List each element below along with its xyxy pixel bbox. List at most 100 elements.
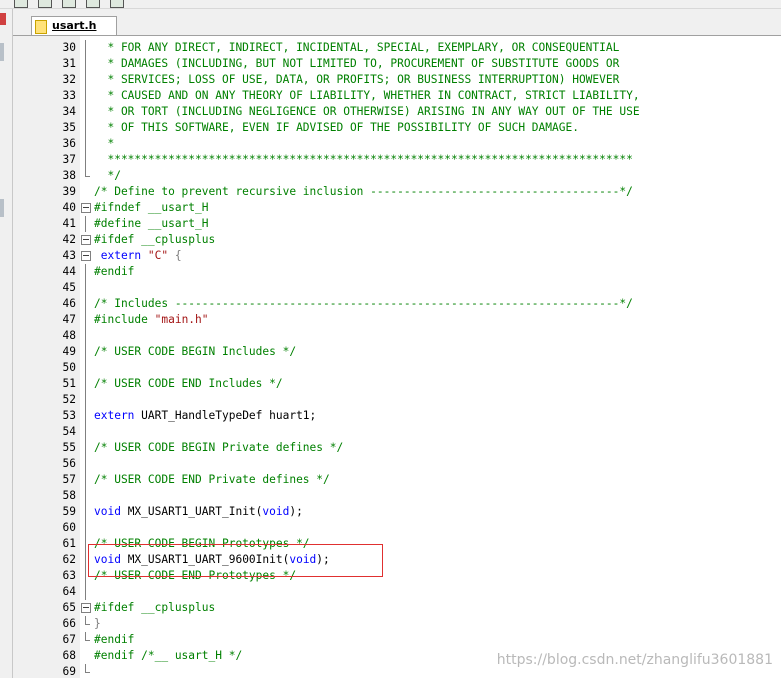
fold-guide (80, 168, 92, 184)
code-line[interactable]: 46 /* Includes --------------------------… (13, 296, 781, 312)
highlight-annotation-box (88, 544, 383, 577)
fold-guide (80, 120, 92, 136)
fold-toggle-icon[interactable] (80, 248, 92, 264)
tab-usart-h[interactable]: usart.h (31, 16, 117, 35)
line-number: 66 (62, 617, 76, 630)
code-line[interactable]: 49 /* USER CODE BEGIN Includes */ (13, 344, 781, 360)
code-line[interactable]: 58 (13, 488, 781, 504)
code-line[interactable]: 42 #ifdef __cplusplus (13, 232, 781, 248)
code-token: #endif (94, 633, 135, 646)
code-line[interactable]: 52 (13, 392, 781, 408)
code-text: * SERVICES; LOSS OF USE, DATA, OR PROFIT… (94, 72, 619, 88)
code-line[interactable]: 54 (13, 424, 781, 440)
code-line[interactable]: 45 (13, 280, 781, 296)
code-line[interactable]: 35 * OF THIS SOFTWARE, EVEN IF ADVISED O… (13, 120, 781, 136)
code-line[interactable]: 40 #ifndef __usart_H (13, 200, 781, 216)
code-editor[interactable]: 30 * FOR ANY DIRECT, INDIRECT, INCIDENTA… (13, 36, 781, 678)
line-number: 44 (62, 265, 76, 278)
code-token: #endif (94, 265, 135, 278)
code-text: /* USER CODE BEGIN Includes */ (94, 344, 296, 360)
line-number: 51 (62, 377, 76, 390)
fold-guide (80, 344, 92, 360)
toolbar-button-icon[interactable] (110, 0, 124, 8)
line-number: 35 (62, 121, 76, 134)
code-line[interactable]: 50 (13, 360, 781, 376)
fold-guide (80, 440, 92, 456)
code-line[interactable]: 65 #ifdef __cplusplus (13, 600, 781, 616)
fold-guide (80, 664, 92, 678)
line-number: 55 (62, 441, 76, 454)
code-line[interactable]: 57 /* USER CODE END Private defines */ (13, 472, 781, 488)
fold-guide (80, 136, 92, 152)
code-token: void (262, 505, 290, 518)
code-text: extern UART_HandleTypeDef huart1; (94, 408, 316, 424)
code-text: /* USER CODE END Private defines */ (94, 472, 330, 488)
line-number: 47 (62, 313, 76, 326)
line-number: 69 (62, 665, 76, 678)
code-token: #ifndef __usart_H (94, 201, 209, 214)
line-number: 61 (62, 537, 76, 550)
code-text: /* Define to prevent recursive inclusion… (94, 184, 633, 200)
code-token: * (94, 137, 115, 150)
code-line[interactable]: 64 (13, 584, 781, 600)
fold-guide (80, 504, 92, 520)
code-line[interactable]: 60 (13, 520, 781, 536)
code-text: #ifndef __usart_H (94, 200, 209, 216)
code-line[interactable]: 39 /* Define to prevent recursive inclusi… (13, 184, 781, 200)
line-number: 62 (62, 553, 76, 566)
code-line[interactable]: 34 * OR TORT (INCLUDING NEGLIGENCE OR OT… (13, 104, 781, 120)
code-line[interactable]: 36 * (13, 136, 781, 152)
fold-toggle-icon[interactable] (80, 200, 92, 216)
code-token: /* USER CODE END Private defines */ (94, 473, 330, 486)
fold-guide (80, 360, 92, 376)
code-token: /* USER CODE BEGIN Includes */ (94, 345, 297, 358)
code-text: /* USER CODE END Includes */ (94, 376, 283, 392)
code-text: } (94, 616, 101, 632)
code-line[interactable]: 41 #define __usart_H (13, 216, 781, 232)
code-token: #ifdef __cplusplus (94, 233, 216, 246)
code-line[interactable]: 32 * SERVICES; LOSS OF USE, DATA, OR PRO… (13, 72, 781, 88)
code-line[interactable]: 33 * CAUSED AND ON ANY THEORY OF LIABILI… (13, 88, 781, 104)
code-line[interactable]: 51 /* USER CODE END Includes */ (13, 376, 781, 392)
code-token: #endif /*__ usart_H */ (94, 649, 243, 662)
code-token: */ (94, 169, 121, 182)
code-line[interactable]: 47 #include "main.h" (13, 312, 781, 328)
line-number: 57 (62, 473, 76, 486)
line-number: 30 (62, 41, 76, 54)
code-line[interactable]: 55 /* USER CODE BEGIN Private defines */ (13, 440, 781, 456)
code-token: "main.h" (154, 313, 209, 326)
line-number: 49 (62, 345, 76, 358)
code-token: /* Define to prevent recursive inclusion… (94, 185, 633, 198)
code-line[interactable]: 31 * DAMAGES (INCLUDING, BUT NOT LIMITED… (13, 56, 781, 72)
line-number: 60 (62, 521, 76, 534)
fold-guide (80, 632, 92, 648)
code-line[interactable]: 43 extern "C" { (13, 248, 781, 264)
header-file-icon (35, 20, 47, 34)
code-line[interactable]: 59 void MX_USART1_UART_Init(void); (13, 504, 781, 520)
fold-guide (80, 296, 92, 312)
code-line[interactable]: 66} (13, 616, 781, 632)
fold-guide (80, 648, 92, 664)
code-line[interactable]: 30 * FOR ANY DIRECT, INDIRECT, INCIDENTA… (13, 40, 781, 56)
code-text: * (94, 136, 114, 152)
line-number: 67 (62, 633, 76, 646)
code-line[interactable]: 67 #endif (13, 632, 781, 648)
code-line[interactable]: 38 */ (13, 168, 781, 184)
code-line[interactable]: 56 (13, 456, 781, 472)
fold-toggle-icon[interactable] (80, 232, 92, 248)
line-number: 34 (62, 105, 76, 118)
toolbar-button-icon[interactable] (86, 0, 100, 8)
code-token: /* USER CODE END Includes */ (94, 377, 283, 390)
fold-guide (80, 616, 92, 632)
code-line[interactable]: 44 #endif (13, 264, 781, 280)
code-line[interactable]: 53 extern UART_HandleTypeDef huart1; (13, 408, 781, 424)
project-panel-edge (0, 9, 13, 678)
toolbar-button-icon[interactable] (14, 0, 28, 8)
code-line[interactable]: 48 (13, 328, 781, 344)
toolbar-button-icon[interactable] (62, 0, 76, 8)
code-line[interactable]: 37 *************************************… (13, 152, 781, 168)
toolbar-button-icon[interactable] (38, 0, 52, 8)
fold-toggle-icon[interactable] (80, 600, 92, 616)
line-number: 42 (62, 233, 76, 246)
fold-guide (80, 488, 92, 504)
